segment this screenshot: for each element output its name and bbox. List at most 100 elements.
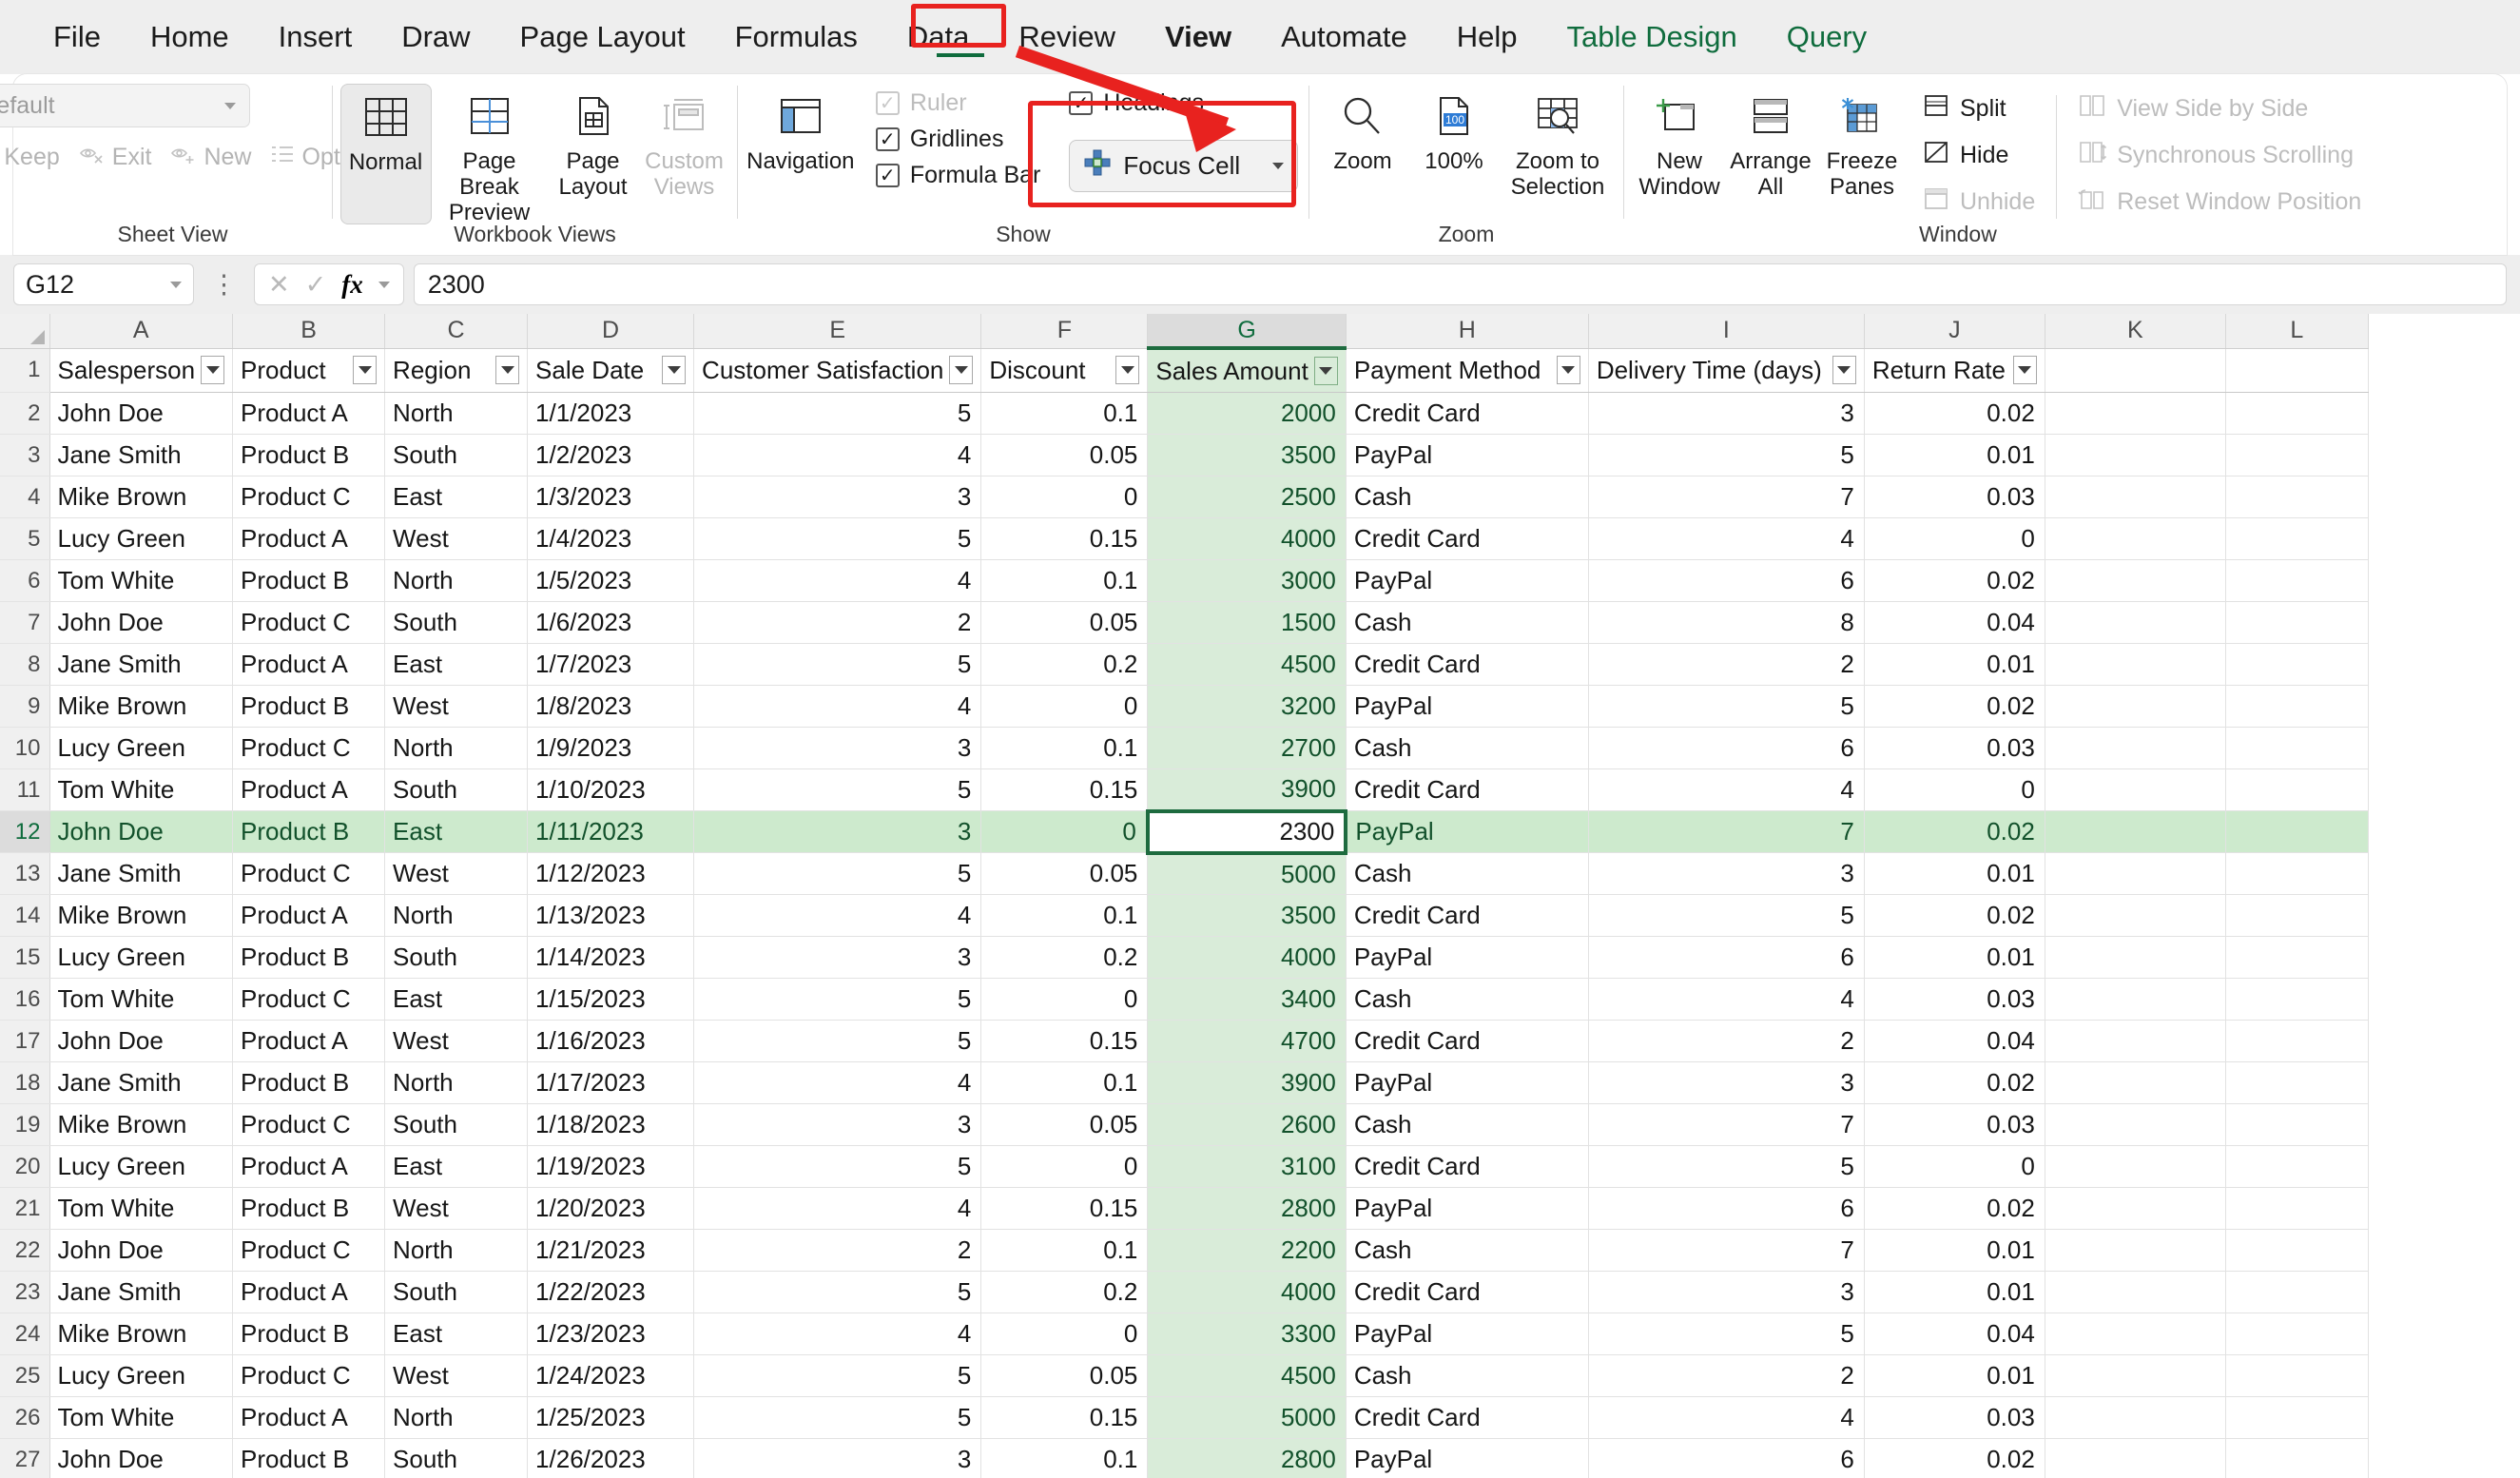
empty-cell[interactable] [2045, 1272, 2225, 1313]
grid-cell[interactable]: 2200 [1148, 1230, 1346, 1272]
grid-cell[interactable]: Cash [1346, 1230, 1588, 1272]
grid-cell[interactable]: 3 [1588, 853, 1864, 895]
filter-dropdown-icon[interactable] [662, 356, 686, 384]
show-headings-checkbox[interactable]: ✓ Headings [1069, 89, 1298, 117]
grid-cell[interactable]: 0 [981, 476, 1148, 518]
grid-cell[interactable]: 1/1/2023 [528, 393, 694, 435]
grid-cell[interactable]: 5 [694, 979, 981, 1021]
grid-cell[interactable]: 0.02 [1864, 811, 2045, 853]
grid-cell[interactable]: East [385, 1146, 528, 1188]
chevron-down-icon[interactable] [378, 282, 390, 288]
zoom-100-button[interactable]: 100 100% [1408, 84, 1500, 175]
empty-cell[interactable] [2045, 811, 2225, 853]
filter-dropdown-icon[interactable] [495, 356, 519, 384]
grid-cell[interactable]: Product B [233, 1188, 385, 1230]
empty-cell[interactable] [2045, 518, 2225, 560]
grid-cell[interactable]: 3900 [1148, 769, 1346, 811]
column-header-F[interactable]: F [981, 314, 1148, 348]
empty-cell[interactable] [2045, 1188, 2225, 1230]
grid-cell[interactable]: Product B [233, 435, 385, 476]
grid-cell[interactable]: 0.05 [981, 1355, 1148, 1397]
grid-cell[interactable]: 6 [1588, 1439, 1864, 1478]
grid-cell[interactable]: 3 [1588, 1062, 1864, 1104]
grid-cell[interactable]: 3200 [1148, 686, 1346, 728]
empty-cell[interactable] [2225, 937, 2368, 979]
grid-cell[interactable]: Cash [1346, 476, 1588, 518]
grid-cell[interactable]: 1/14/2023 [528, 937, 694, 979]
sheet-view-keep-button[interactable]: Keep [0, 137, 68, 178]
empty-cell[interactable] [2225, 769, 2368, 811]
grid-cell[interactable]: South [385, 937, 528, 979]
grid-cell[interactable]: 0.02 [1864, 895, 2045, 937]
grid-cell[interactable]: 0.04 [1864, 1313, 2045, 1355]
grid-cell[interactable]: West [385, 1355, 528, 1397]
row-header-17[interactable]: 17 [0, 1021, 49, 1062]
grid-cell[interactable]: Product B [233, 937, 385, 979]
grid-cell[interactable]: 3 [694, 1104, 981, 1146]
grid-cell[interactable]: 4 [694, 895, 981, 937]
table-column-header[interactable]: Product [233, 348, 385, 393]
grid-cell[interactable]: Credit Card [1346, 393, 1588, 435]
grid-cell[interactable]: 7 [1588, 476, 1864, 518]
grid-cell[interactable]: Credit Card [1346, 518, 1588, 560]
workbook-view-page-break-preview-button[interactable]: Page Break Preview [432, 84, 548, 226]
grid-cell[interactable]: Product C [233, 853, 385, 895]
grid-cell[interactable]: 0.01 [1864, 1355, 2045, 1397]
window-new-window-button[interactable]: New Window [1634, 84, 1725, 201]
window-synchronous-scrolling-button[interactable]: Synchronous Scrolling [2072, 138, 2367, 173]
row-header-1[interactable]: 1 [0, 348, 49, 393]
grid-cell[interactable]: North [385, 393, 528, 435]
empty-cell[interactable] [2045, 348, 2225, 393]
grid-cell[interactable]: 0.2 [981, 937, 1148, 979]
grid-cell[interactable]: Credit Card [1346, 644, 1588, 686]
grid-cell[interactable]: 0.01 [1864, 1230, 2045, 1272]
zoom-to-selection-button[interactable]: Zoom to Selection [1500, 84, 1616, 201]
empty-cell[interactable] [2225, 979, 2368, 1021]
grid-cell[interactable]: Cash [1346, 602, 1588, 644]
filter-dropdown-icon[interactable] [1314, 357, 1338, 385]
empty-cell[interactable] [2225, 602, 2368, 644]
grid-cell[interactable]: 2800 [1148, 1439, 1346, 1478]
grid-cell[interactable]: 0.1 [981, 1230, 1148, 1272]
grid-cell[interactable]: West [385, 686, 528, 728]
grid-cell[interactable]: 4 [694, 686, 981, 728]
grid-cell[interactable]: 5 [694, 1021, 981, 1062]
grid-cell[interactable]: 2700 [1148, 728, 1346, 769]
filter-dropdown-icon[interactable] [1832, 356, 1856, 384]
grid-cell[interactable]: 4000 [1148, 1272, 1346, 1313]
grid-cell[interactable]: 0.02 [1864, 1062, 2045, 1104]
grid-cell[interactable]: Mike Brown [49, 895, 233, 937]
table-column-header[interactable]: Salesperson [49, 348, 233, 393]
grid-cell[interactable]: Jane Smith [49, 644, 233, 686]
grid-cell[interactable]: 2 [1588, 644, 1864, 686]
grid-cell[interactable]: 1/11/2023 [528, 811, 694, 853]
row-header-13[interactable]: 13 [0, 853, 49, 895]
empty-cell[interactable] [2225, 518, 2368, 560]
grid-cell[interactable]: East [385, 1313, 528, 1355]
window-split-button[interactable]: Split [1917, 91, 2041, 126]
empty-cell[interactable] [2225, 1188, 2368, 1230]
ribbon-tab-data[interactable]: Data [882, 0, 994, 74]
empty-cell[interactable] [2225, 1146, 2368, 1188]
empty-cell[interactable] [2225, 348, 2368, 393]
grid-cell[interactable]: 3 [694, 1439, 981, 1478]
grid-cell[interactable]: 1/13/2023 [528, 895, 694, 937]
grid-cell[interactable]: 1/24/2023 [528, 1355, 694, 1397]
grid-cell[interactable]: 0.1 [981, 728, 1148, 769]
empty-cell[interactable] [2045, 937, 2225, 979]
grid-cell[interactable]: 0.03 [1864, 476, 2045, 518]
grid-cell[interactable]: Tom White [49, 979, 233, 1021]
grid-cell[interactable]: Credit Card [1346, 769, 1588, 811]
row-header-25[interactable]: 25 [0, 1355, 49, 1397]
grid-cell[interactable]: 7 [1588, 811, 1864, 853]
select-all-corner[interactable] [0, 314, 49, 348]
column-header-J[interactable]: J [1864, 314, 2045, 348]
grid-cell[interactable]: Product A [233, 769, 385, 811]
grid-cell[interactable]: Product C [233, 476, 385, 518]
grid-cell[interactable]: 0 [981, 1146, 1148, 1188]
grid-cell[interactable]: Product A [233, 1146, 385, 1188]
table-column-header[interactable]: Payment Method [1346, 348, 1588, 393]
grid-cell[interactable]: Product A [233, 393, 385, 435]
grid-cell[interactable]: Product C [233, 1230, 385, 1272]
row-header-16[interactable]: 16 [0, 979, 49, 1021]
